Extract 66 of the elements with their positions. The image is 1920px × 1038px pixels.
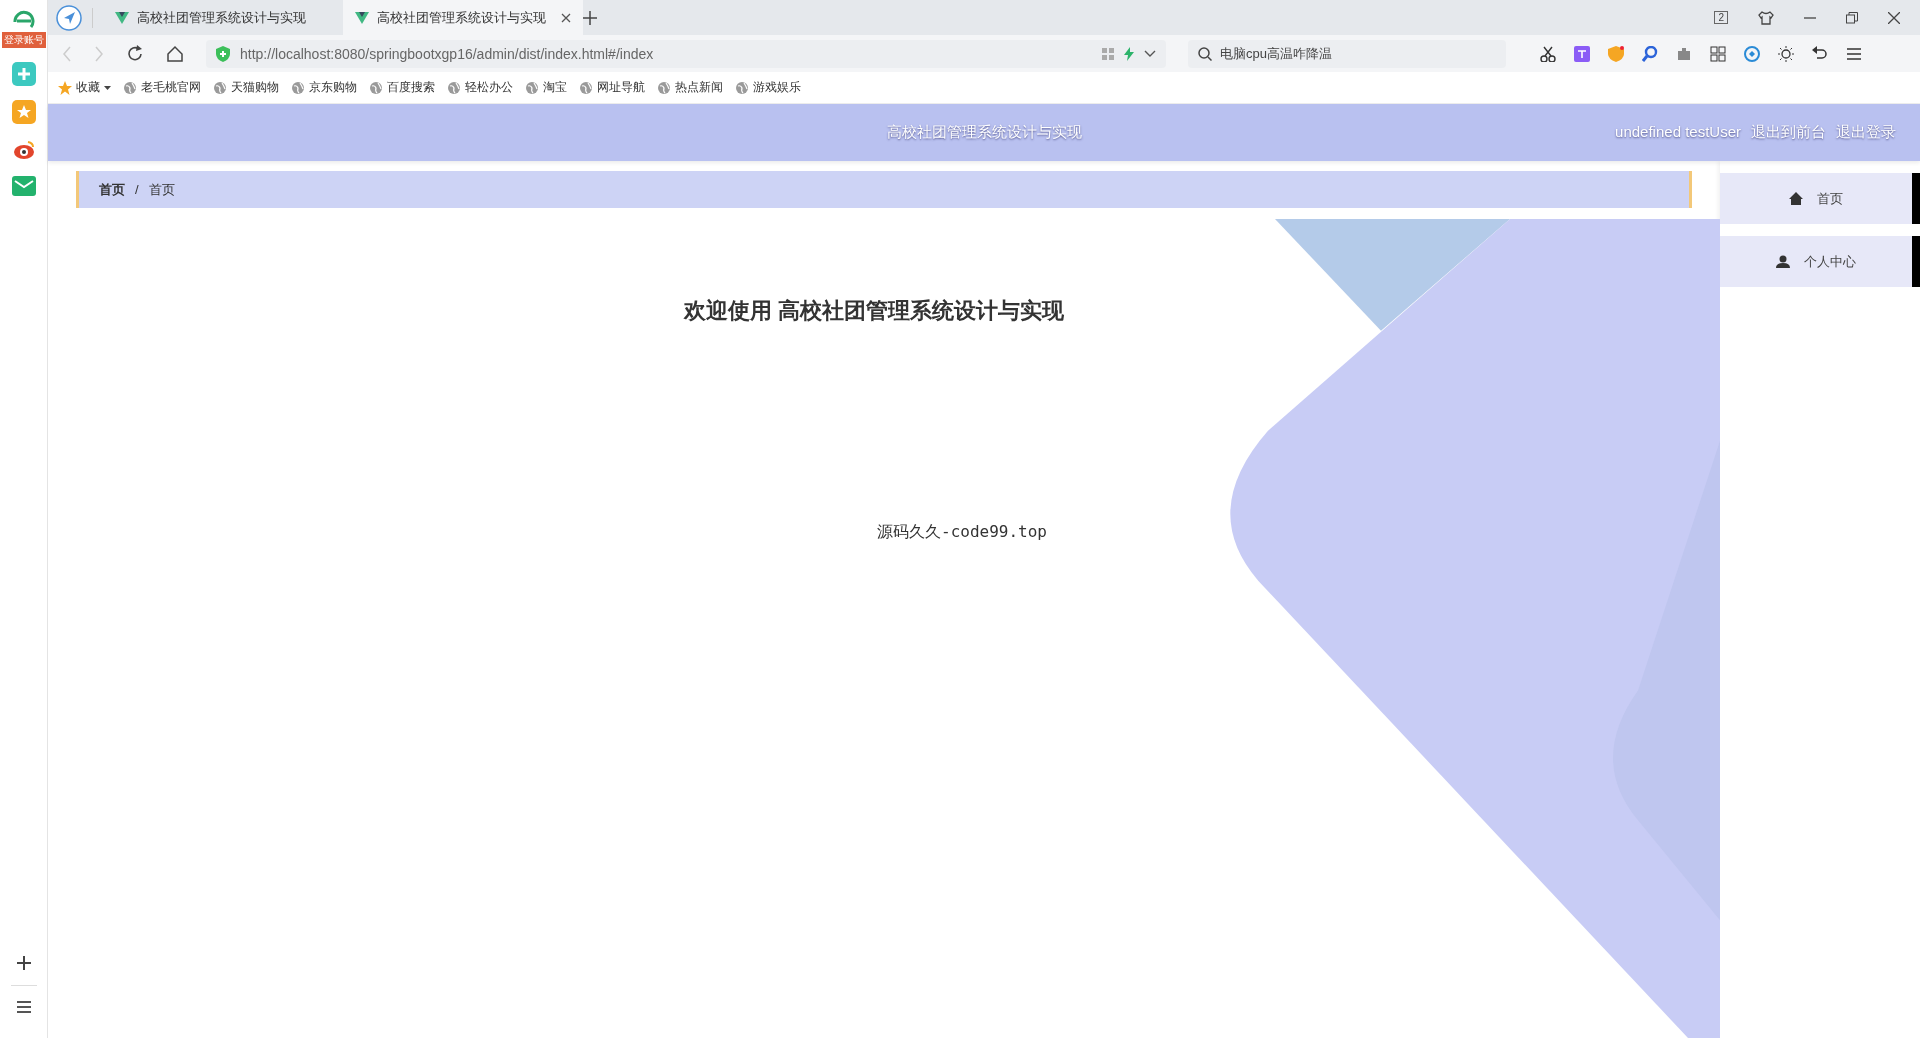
puzzle-icon[interactable] — [1676, 45, 1692, 62]
bookmark-link[interactable]: 轻松办公 — [447, 79, 513, 96]
close-icon[interactable] — [1888, 11, 1900, 24]
globe-icon — [291, 80, 305, 95]
list-icon[interactable] — [15, 1000, 32, 1014]
sun-icon[interactable] — [1778, 45, 1794, 62]
vue-logo-icon — [115, 11, 129, 24]
shirt-icon[interactable] — [1758, 10, 1774, 25]
globe-icon — [213, 80, 227, 95]
globe-icon — [525, 80, 539, 95]
bookmark-link[interactable]: 淘宝 — [525, 79, 567, 96]
home-icon — [1789, 192, 1803, 205]
bookmark-link[interactable]: 热点新闻 — [657, 79, 723, 96]
globe-icon — [735, 80, 749, 95]
menu-item[interactable]: 个人中心 — [1720, 236, 1920, 287]
reload-icon[interactable] — [126, 44, 144, 63]
home-icon[interactable] — [166, 44, 184, 63]
sync-icon[interactable] — [1744, 45, 1760, 62]
star-icon — [58, 80, 72, 95]
address-field[interactable]: http://localhost:8080/springbootxgp16/admin/dist/index.html#/index — [206, 39, 1166, 68]
browser-tab[interactable]: 高校社团管理系统设计与实现 — [343, 0, 583, 35]
bookmark-link[interactable]: 游戏娱乐 — [735, 79, 801, 96]
translate-icon[interactable] — [1574, 45, 1590, 62]
browser-tab[interactable]: 高校社团管理系统设计与实现 — [103, 0, 343, 35]
globe-icon — [369, 80, 383, 95]
welcome-title: 欢迎使用 高校社团管理系统设计与实现 — [683, 297, 1066, 325]
vue-logo-icon — [355, 11, 369, 24]
menu-icon[interactable] — [1846, 45, 1862, 62]
globe-icon — [447, 80, 461, 95]
magnifier-icon[interactable] — [1642, 45, 1658, 62]
chevron-down-icon[interactable] — [1144, 49, 1156, 58]
app-title: 高校社团管理系统设计与实现 — [886, 123, 1082, 142]
close-icon[interactable] — [561, 12, 571, 23]
add-icon[interactable] — [15, 955, 32, 971]
grid-icon[interactable] — [1710, 45, 1726, 62]
user-name: undefined testUser — [1615, 123, 1741, 142]
bookmark-link[interactable]: 老毛桃官网 — [123, 79, 201, 96]
breadcrumb-item[interactable]: 首页 — [148, 180, 175, 199]
source-note: 源码久久-code99.top — [877, 522, 1047, 543]
search-icon — [1198, 46, 1212, 61]
lightning-icon[interactable] — [1124, 46, 1134, 61]
shield-icon — [216, 45, 230, 62]
eye-icon[interactable] — [11, 138, 36, 162]
mail-icon[interactable] — [11, 176, 36, 196]
bookmark-link[interactable]: 天猫购物 — [213, 79, 279, 96]
shield-icon[interactable] — [1608, 45, 1624, 62]
globe-icon — [657, 80, 671, 95]
tab-count[interactable]: 2 — [1714, 11, 1728, 24]
breadcrumb-separator: / — [135, 182, 139, 197]
scissors-icon[interactable] — [1540, 45, 1556, 62]
bookmark-link[interactable]: 京东购物 — [291, 79, 357, 96]
compass-icon[interactable] — [56, 4, 82, 31]
bookmark-link[interactable]: 网址导航 — [579, 79, 645, 96]
new-tab-icon[interactable] — [583, 10, 597, 25]
breadcrumb-item[interactable]: 首页 — [99, 180, 125, 199]
restore-icon[interactable] — [1846, 11, 1858, 24]
undo-icon[interactable] — [1812, 45, 1828, 62]
favorites-button[interactable]: 收藏 — [58, 79, 111, 96]
caret-icon — [104, 85, 111, 90]
bookmark-link[interactable]: 百度搜索 — [369, 79, 435, 96]
login-badge[interactable]: 登录账号 — [1, 32, 46, 48]
menu-item[interactable]: 首页 — [1720, 173, 1920, 224]
search-field[interactable]: 电脑cpu高温咋降温 — [1188, 39, 1506, 68]
globe-icon — [579, 80, 593, 95]
globe-icon — [123, 80, 137, 95]
user-icon — [1776, 255, 1790, 268]
